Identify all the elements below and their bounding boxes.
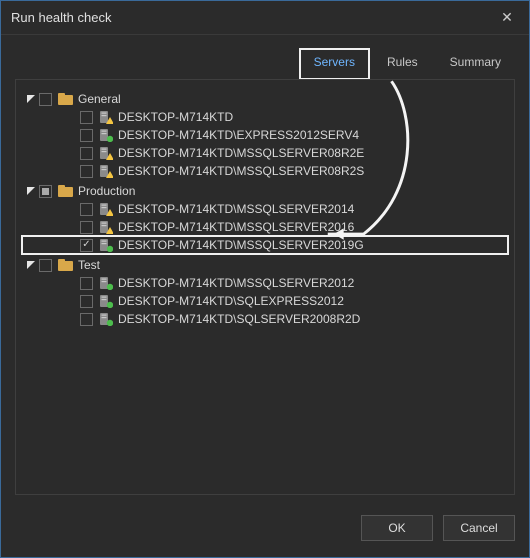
server-label: DESKTOP-M714KTD\MSSQLSERVER08R2E [118, 146, 364, 160]
server-icon [99, 110, 113, 124]
tree-group[interactable]: Production [22, 182, 508, 200]
checkbox[interactable] [80, 111, 93, 124]
tree-item[interactable]: DESKTOP-M714KTD\MSSQLSERVER2016 [22, 218, 508, 236]
chevron-down-icon[interactable] [26, 94, 36, 104]
server-label: DESKTOP-M714KTD\MSSQLSERVER08R2S [118, 164, 364, 178]
window-title: Run health check [11, 10, 495, 25]
tree-item[interactable]: DESKTOP-M714KTD\SQLEXPRESS2012 [22, 292, 508, 310]
server-icon [99, 294, 113, 308]
cancel-button[interactable]: Cancel [443, 515, 515, 541]
tree-item[interactable]: DESKTOP-M714KTD\MSSQLSERVER2014 [22, 200, 508, 218]
server-icon [99, 202, 113, 216]
checkbox[interactable] [80, 147, 93, 160]
server-label: DESKTOP-M714KTD\MSSQLSERVER2016 [118, 220, 354, 234]
server-label: DESKTOP-M714KTD\MSSQLSERVER2014 [118, 202, 354, 216]
server-icon [99, 220, 113, 234]
server-icon [99, 146, 113, 160]
group-label: Production [78, 184, 135, 198]
folder-icon [58, 93, 73, 105]
dialog-window: Run health check ✕ Servers Rules Summary… [0, 0, 530, 558]
main-panel: Servers Rules Summary General DESKTOP-M71… [15, 49, 515, 495]
server-label: DESKTOP-M714KTD\EXPRESS2012SERV4 [118, 128, 359, 142]
dialog-body: Servers Rules Summary General DESKTOP-M71… [1, 35, 529, 509]
server-icon [99, 312, 113, 326]
tab-rules[interactable]: Rules [373, 49, 432, 79]
checkbox[interactable] [80, 313, 93, 326]
server-label: DESKTOP-M714KTD\SQLEXPRESS2012 [118, 294, 344, 308]
dialog-footer: OK Cancel [1, 509, 529, 557]
checkbox[interactable] [80, 203, 93, 216]
tree-item[interactable]: DESKTOP-M714KTD\MSSQLSERVER08R2E [22, 144, 508, 162]
tab-bar: Servers Rules Summary [15, 49, 515, 79]
server-icon [99, 276, 113, 290]
server-label: DESKTOP-M714KTD\MSSQLSERVER2019G [118, 238, 364, 252]
checkbox[interactable] [39, 259, 52, 272]
checkbox[interactable] [80, 277, 93, 290]
tree-item[interactable]: DESKTOP-M714KTD\MSSQLSERVER2012 [22, 274, 508, 292]
server-label: DESKTOP-M714KTD [118, 110, 233, 124]
checkbox[interactable] [80, 239, 93, 252]
checkbox[interactable] [80, 129, 93, 142]
checkbox[interactable] [80, 295, 93, 308]
server-icon [99, 164, 113, 178]
server-tree[interactable]: General DESKTOP-M714KTD DESKTOP-M714KTD\EX… [15, 79, 515, 495]
tree-item[interactable]: DESKTOP-M714KTD\EXPRESS2012SERV4 [22, 126, 508, 144]
tree-group[interactable]: Test [22, 256, 508, 274]
tree-item[interactable]: DESKTOP-M714KTD [22, 108, 508, 126]
tree-item[interactable]: DESKTOP-M714KTD\MSSQLSERVER2019G [22, 236, 508, 254]
ok-button[interactable]: OK [361, 515, 433, 541]
server-label: DESKTOP-M714KTD\SQLSERVER2008R2D [118, 312, 360, 326]
group-label: Test [78, 258, 100, 272]
server-icon [99, 238, 113, 252]
folder-icon [58, 259, 73, 271]
close-icon[interactable]: ✕ [495, 9, 519, 26]
tab-summary[interactable]: Summary [436, 49, 515, 79]
server-icon [99, 128, 113, 142]
tree-item[interactable]: DESKTOP-M714KTD\MSSQLSERVER08R2S [22, 162, 508, 180]
chevron-down-icon[interactable] [26, 186, 36, 196]
tab-servers[interactable]: Servers [300, 49, 369, 79]
folder-icon [58, 185, 73, 197]
titlebar: Run health check ✕ [1, 1, 529, 35]
checkbox[interactable] [39, 93, 52, 106]
tree-group[interactable]: General [22, 90, 508, 108]
checkbox[interactable] [39, 185, 52, 198]
checkbox[interactable] [80, 221, 93, 234]
server-label: DESKTOP-M714KTD\MSSQLSERVER2012 [118, 276, 354, 290]
chevron-down-icon[interactable] [26, 260, 36, 270]
checkbox[interactable] [80, 165, 93, 178]
tree-item[interactable]: DESKTOP-M714KTD\SQLSERVER2008R2D [22, 310, 508, 328]
group-label: General [78, 92, 121, 106]
